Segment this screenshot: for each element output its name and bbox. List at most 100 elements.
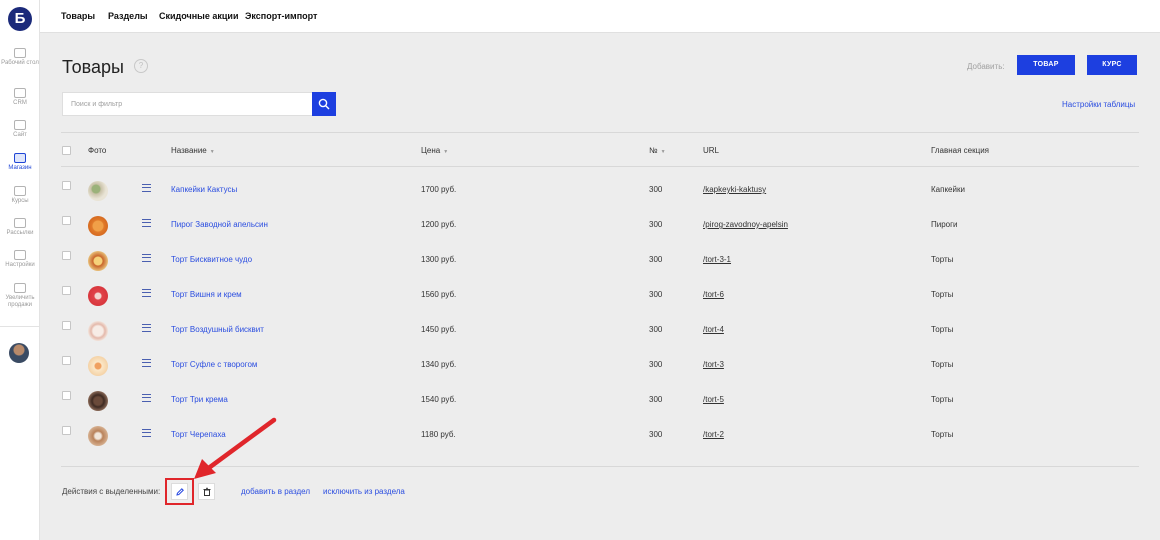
table-row: Торт Воздушный бисквит 1450 руб. 300 /to…: [0, 316, 1160, 351]
pages-icon: [14, 120, 26, 130]
product-name-link[interactable]: Торт Бисквитное чудо: [171, 255, 252, 264]
help-icon[interactable]: ?: [134, 59, 148, 73]
sidebar-item-label: CRM: [13, 100, 27, 106]
product-number: 300: [649, 430, 663, 439]
product-photo: [88, 321, 108, 341]
header-main-section: Главная секция: [931, 146, 990, 155]
select-all-checkbox[interactable]: [62, 146, 71, 155]
product-price: 1700 руб.: [421, 185, 457, 194]
row-checkbox[interactable]: [62, 181, 71, 190]
drag-handle-icon[interactable]: [142, 429, 151, 437]
logo[interactable]: Б: [8, 7, 32, 31]
funnel-icon: [14, 88, 26, 98]
sidebar-item-label: Сайт: [13, 132, 27, 138]
product-url-link[interactable]: /tort-3-1: [703, 255, 731, 264]
topnav-export-import[interactable]: Экспорт-импорт: [245, 11, 317, 21]
drag-handle-icon[interactable]: [142, 219, 151, 227]
product-number: 300: [649, 290, 663, 299]
product-url-link[interactable]: /tort-2: [703, 430, 724, 439]
table-settings-link[interactable]: Настройки таблицы: [1062, 100, 1135, 109]
drag-handle-icon[interactable]: [142, 359, 151, 367]
product-url-link[interactable]: /pirog-zavodnoy-apelsin: [703, 220, 788, 229]
drag-handle-icon[interactable]: [142, 289, 151, 297]
header-photo: Фото: [88, 146, 107, 155]
search-input[interactable]: [62, 92, 312, 116]
row-checkbox[interactable]: [62, 391, 71, 400]
product-section: Торты: [931, 395, 954, 404]
header-number-label: №: [649, 146, 658, 155]
header-number[interactable]: № ▼: [649, 146, 666, 155]
product-photo: [88, 426, 108, 446]
table-row: Торт Суфле с творогом 1340 руб. 300 /tor…: [0, 351, 1160, 386]
product-section: Торты: [931, 255, 954, 264]
product-price: 1340 руб.: [421, 360, 457, 369]
drag-handle-icon[interactable]: [142, 184, 151, 192]
sidebar-item-dashboard[interactable]: Рабочий стол: [0, 48, 40, 67]
drag-handle-icon[interactable]: [142, 254, 151, 262]
sidebar-item-site[interactable]: Сайт: [0, 120, 40, 139]
row-checkbox[interactable]: [62, 216, 71, 225]
topnav-products[interactable]: Товары: [61, 11, 95, 21]
product-name-link[interactable]: Капкейки Кактусы: [171, 185, 237, 194]
product-section: Торты: [931, 325, 954, 334]
add-course-button[interactable]: КУРС: [1087, 55, 1137, 75]
product-url-link[interactable]: /tort-3: [703, 360, 724, 369]
row-checkbox[interactable]: [62, 356, 71, 365]
product-name-link[interactable]: Торт Воздушный бисквит: [171, 325, 264, 334]
product-photo: [88, 181, 108, 201]
table-header-border: [61, 166, 1139, 167]
monitor-icon: [14, 48, 26, 58]
product-url-link[interactable]: /kapkeyki-kaktusy: [703, 185, 766, 194]
add-to-section-link[interactable]: добавить в раздел: [241, 487, 310, 496]
drag-handle-icon[interactable]: [142, 394, 151, 402]
row-checkbox[interactable]: [62, 286, 71, 295]
row-checkbox[interactable]: [62, 251, 71, 260]
product-number: 300: [649, 360, 663, 369]
search-button[interactable]: [312, 92, 336, 116]
search-icon: [318, 98, 330, 110]
shop-icon: [14, 153, 26, 163]
annotation-arrow-icon: [194, 417, 277, 479]
product-url-link[interactable]: /tort-5: [703, 395, 724, 404]
sidebar-item-crm[interactable]: CRM: [0, 88, 40, 107]
bulk-actions-label: Действия с выделенными:: [62, 487, 161, 496]
product-name-link[interactable]: Торт Вишня и крем: [171, 290, 242, 299]
table-row: Торт Три крема 1540 руб. 300 /tort-5 Тор…: [0, 386, 1160, 421]
product-price: 1180 руб.: [421, 430, 456, 439]
product-price: 1540 руб.: [421, 395, 457, 404]
product-name-link[interactable]: Торт Три крема: [171, 395, 228, 404]
add-product-button[interactable]: ТОВАР: [1017, 55, 1075, 75]
bulk-delete-button[interactable]: [198, 483, 215, 500]
header-name[interactable]: Название ▼: [171, 146, 215, 155]
sidebar-item-shop[interactable]: Магазин: [0, 153, 40, 172]
product-url-link[interactable]: /tort-4: [703, 325, 724, 334]
table-row: Торт Бисквитное чудо 1300 руб. 300 /tort…: [0, 246, 1160, 281]
product-price: 1560 руб.: [421, 290, 457, 299]
product-name-link[interactable]: Пирог Заводной апельсин: [171, 220, 268, 229]
product-number: 300: [649, 255, 663, 264]
product-name-link[interactable]: Торт Суфле с творогом: [171, 360, 257, 369]
product-price: 1300 руб.: [421, 255, 457, 264]
product-number: 300: [649, 395, 663, 404]
header-name-label: Название: [171, 146, 207, 155]
topnav-sections[interactable]: Разделы: [108, 11, 148, 21]
product-url-link[interactable]: /tort-6: [703, 290, 724, 299]
drag-handle-icon[interactable]: [142, 324, 151, 332]
product-number: 300: [649, 325, 663, 334]
product-price: 1200 руб.: [421, 220, 457, 229]
remove-from-section-link[interactable]: исключить из раздела: [323, 487, 405, 496]
row-checkbox[interactable]: [62, 426, 71, 435]
product-section: Торты: [931, 360, 954, 369]
product-photo: [88, 251, 108, 271]
row-checkbox[interactable]: [62, 321, 71, 330]
header-price[interactable]: Цена ▼: [421, 146, 448, 155]
sort-icon: ▼: [443, 149, 449, 155]
sidebar-item-label: Рабочий стол: [1, 60, 39, 66]
product-section: Торты: [931, 430, 954, 439]
product-section: Пироги: [931, 220, 958, 229]
topnav-discounts[interactable]: Скидочные акции: [159, 11, 238, 21]
product-price: 1450 руб.: [421, 325, 457, 334]
sort-icon: ▼: [209, 149, 215, 155]
table-row: Пирог Заводной апельсин 1200 руб. 300 /p…: [0, 211, 1160, 246]
sidebar-item-label: Магазин: [8, 165, 32, 171]
